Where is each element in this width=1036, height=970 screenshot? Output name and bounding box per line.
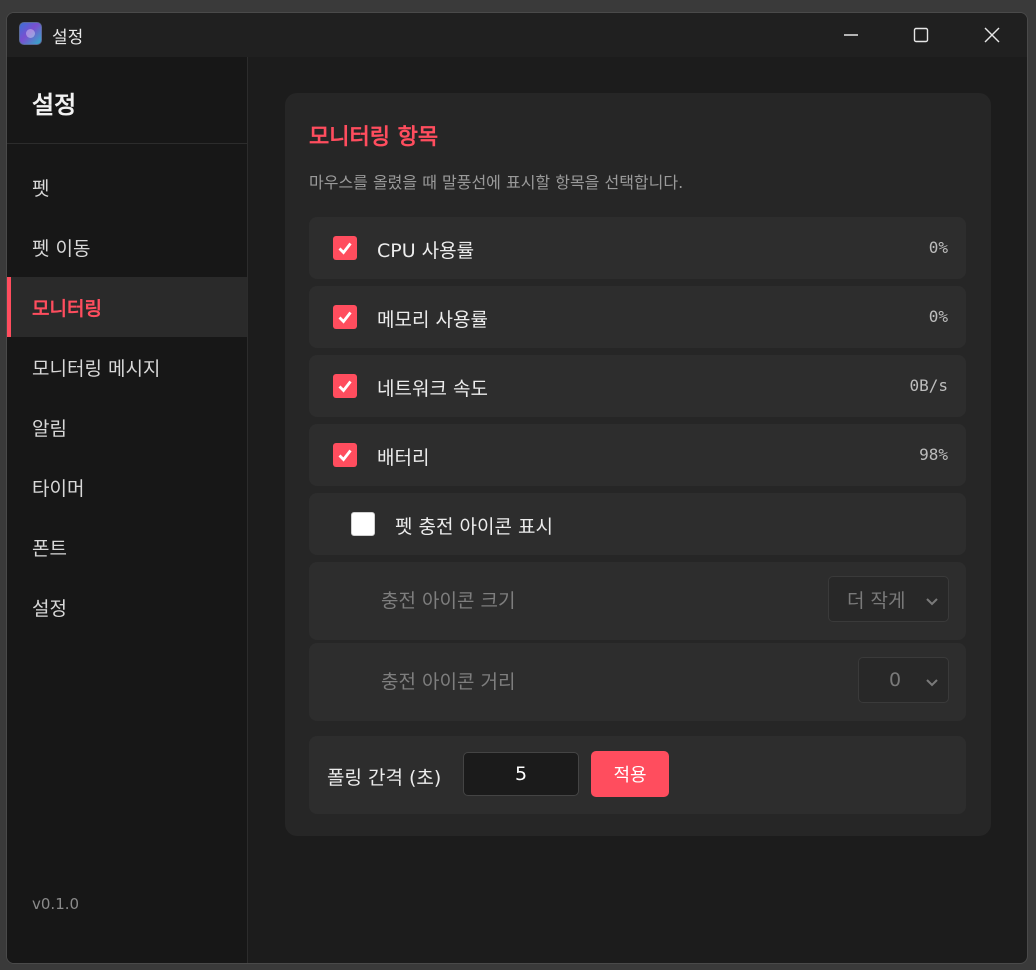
network-checkbox[interactable]	[333, 374, 357, 398]
section-description: 마우스를 올렸을 때 말풍선에 표시할 항목을 선택합니다.	[309, 173, 684, 192]
sidebar-item-settings[interactable]: 설정	[7, 577, 247, 637]
icon-distance-option: 충전 아이콘 거리 0	[309, 643, 966, 721]
version-label: v0.1.0	[32, 895, 80, 913]
icon-size-select[interactable]: 더 작게	[828, 576, 949, 622]
cpu-value: 0%	[928, 238, 948, 257]
icon-distance-label: 충전 아이콘 거리	[381, 671, 516, 693]
check-icon	[338, 311, 352, 324]
charge-icon-label: 펫 충전 아이콘 표시	[395, 516, 553, 538]
app-icon	[19, 22, 42, 45]
icon-distance-value: 0	[889, 669, 902, 691]
sidebar-item-notification[interactable]: 알림	[7, 397, 247, 457]
icon-size-label: 충전 아이콘 크기	[381, 590, 516, 612]
memory-checkbox[interactable]	[333, 305, 357, 329]
window-title: 설정	[52, 28, 84, 48]
minimize-icon	[844, 34, 858, 36]
sidebar-item-monitoring[interactable]: 모니터링	[7, 277, 247, 337]
minimize-button[interactable]	[816, 13, 886, 57]
battery-label: 배터리	[377, 447, 430, 469]
icon-size-value: 더 작게	[847, 589, 906, 612]
maximize-icon	[913, 27, 929, 43]
settings-window: 설정 설정 펫 펫 이동 모니터링 모니터링 메시지 알림 타이머 폰트 설정 …	[6, 12, 1028, 964]
section-title: 모니터링 항목	[309, 125, 439, 150]
sidebar-item-pet-movement[interactable]: 펫 이동	[7, 217, 247, 277]
charge-icon-checkbox[interactable]	[351, 512, 375, 536]
sidebar-nav: 펫 펫 이동 모니터링 모니터링 메시지 알림 타이머 폰트 설정	[7, 157, 247, 637]
check-icon	[338, 449, 352, 462]
cpu-checkbox[interactable]	[333, 236, 357, 260]
polling-interval-label: 폴링 간격 (초)	[327, 767, 442, 789]
memory-label: 메모리 사용률	[377, 309, 488, 331]
chevron-down-icon	[924, 673, 940, 695]
sidebar-item-pet[interactable]: 펫	[7, 157, 247, 217]
monitoring-card: 모니터링 항목 마우스를 올렸을 때 말풍선에 표시할 항목을 선택합니다. C…	[285, 93, 991, 836]
apply-button[interactable]: 적용	[591, 751, 669, 797]
check-icon	[338, 380, 352, 393]
close-icon	[984, 27, 1000, 43]
monitor-item-network[interactable]: 네트워크 속도 0B/s	[309, 355, 966, 417]
polling-interval-row: 폴링 간격 (초) 적용	[309, 736, 966, 814]
network-value: 0B/s	[909, 376, 948, 395]
close-button[interactable]	[957, 13, 1027, 57]
icon-distance-select[interactable]: 0	[858, 657, 949, 703]
sidebar-item-font[interactable]: 폰트	[7, 517, 247, 577]
sidebar-item-timer[interactable]: 타이머	[7, 457, 247, 517]
monitor-item-cpu[interactable]: CPU 사용률 0%	[309, 217, 966, 279]
icon-size-option: 충전 아이콘 크기 더 작게	[309, 562, 966, 640]
sidebar-title: 설정	[32, 91, 77, 119]
battery-checkbox[interactable]	[333, 443, 357, 467]
polling-interval-input[interactable]	[463, 752, 579, 796]
battery-value: 98%	[919, 445, 948, 464]
sidebar-divider	[7, 143, 247, 144]
memory-value: 0%	[928, 307, 948, 326]
network-label: 네트워크 속도	[377, 378, 488, 400]
chevron-down-icon	[924, 592, 940, 614]
check-icon	[338, 242, 352, 255]
monitor-item-battery[interactable]: 배터리 98%	[309, 424, 966, 486]
maximize-button[interactable]	[886, 13, 956, 57]
monitor-item-memory[interactable]: 메모리 사용률 0%	[309, 286, 966, 348]
cpu-label: CPU 사용률	[377, 240, 475, 262]
charge-icon-option[interactable]: 펫 충전 아이콘 표시	[309, 493, 966, 555]
title-bar: 설정	[7, 13, 1027, 57]
sidebar: 설정 펫 펫 이동 모니터링 모니터링 메시지 알림 타이머 폰트 설정 v0.…	[7, 57, 248, 963]
sidebar-item-monitoring-message[interactable]: 모니터링 메시지	[7, 337, 247, 397]
